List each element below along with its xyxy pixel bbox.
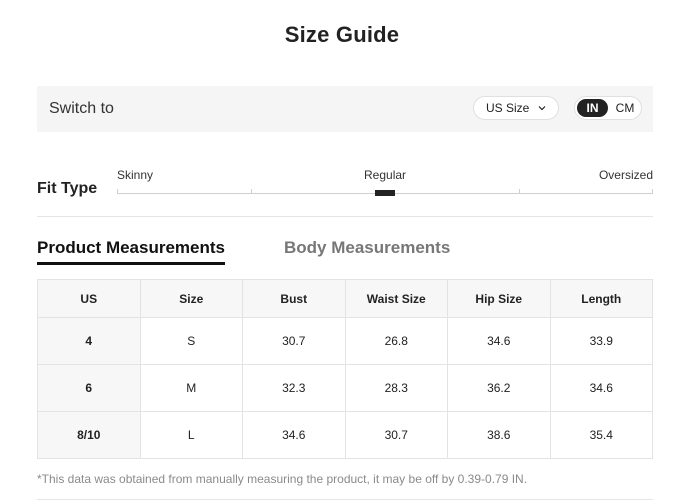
table-cell: 26.8 <box>344 317 448 365</box>
fit-type-label: Fit Type <box>37 180 98 197</box>
table-cell: 33.9 <box>549 317 653 365</box>
table-cell: 34.6 <box>242 411 346 459</box>
fit-scale-tick <box>652 189 653 194</box>
column-header-size: Size <box>139 279 243 318</box>
fit-scale-tick <box>117 189 118 194</box>
table-cell: 30.7 <box>242 317 346 365</box>
size-system-select[interactable]: US Size <box>473 96 559 120</box>
size-select-value: US Size <box>486 101 530 115</box>
table-cell: 4 <box>37 317 141 365</box>
table-cell: S <box>139 317 243 365</box>
table-cell: M <box>139 364 243 412</box>
switch-label: Switch to <box>49 100 114 117</box>
table-header-row: US Size Bust Waist Size Hip Size Length <box>37 279 653 318</box>
page-title: Size Guide <box>284 22 400 47</box>
unit-in-button[interactable]: IN <box>577 99 608 117</box>
section-divider <box>37 216 653 217</box>
section-divider <box>37 499 653 500</box>
table-cell: 34.6 <box>447 317 551 365</box>
column-header-length: Length <box>549 279 653 318</box>
table-row: 8/10 L 34.6 30.7 38.6 35.4 <box>37 411 653 459</box>
fit-scale-marker <box>375 190 395 196</box>
table-cell: L <box>139 411 243 459</box>
chevron-down-icon <box>538 106 546 111</box>
tab-product-measurements[interactable]: Product Measurements <box>37 238 225 265</box>
table-cell: 32.3 <box>242 364 346 412</box>
size-table: US Size Bust Waist Size Hip Size Length … <box>37 279 653 459</box>
table-row: 6 M 32.3 28.3 36.2 34.6 <box>37 364 653 412</box>
fit-scale-tick <box>519 189 520 194</box>
tab-body-measurements[interactable]: Body Measurements <box>284 238 450 258</box>
fit-option-skinny: Skinny <box>117 168 154 182</box>
table-cell: 36.2 <box>447 364 551 412</box>
fit-option-regular: Regular <box>364 168 407 182</box>
table-row: 4 S 30.7 26.8 34.6 33.9 <box>37 317 653 365</box>
fit-scale-tick <box>251 189 252 194</box>
table-cell: 34.6 <box>549 364 653 412</box>
unit-switch-bar: Switch to US Size IN CM <box>37 86 653 132</box>
table-cell: 30.7 <box>344 411 448 459</box>
unit-cm-button[interactable]: CM <box>611 99 639 117</box>
measurement-footnote: *This data was obtained from manually me… <box>37 472 528 486</box>
table-cell: 6 <box>37 364 141 412</box>
column-header-waist: Waist Size <box>344 279 448 318</box>
column-header-us: US <box>37 279 141 318</box>
fit-option-oversized: Oversized <box>598 168 653 182</box>
table-cell: 28.3 <box>344 364 448 412</box>
column-header-bust: Bust <box>242 279 346 318</box>
table-cell: 35.4 <box>549 411 653 459</box>
column-header-hip: Hip Size <box>447 279 551 318</box>
table-cell: 38.6 <box>447 411 551 459</box>
table-cell: 8/10 <box>37 411 141 459</box>
unit-toggle: IN CM <box>574 96 642 120</box>
